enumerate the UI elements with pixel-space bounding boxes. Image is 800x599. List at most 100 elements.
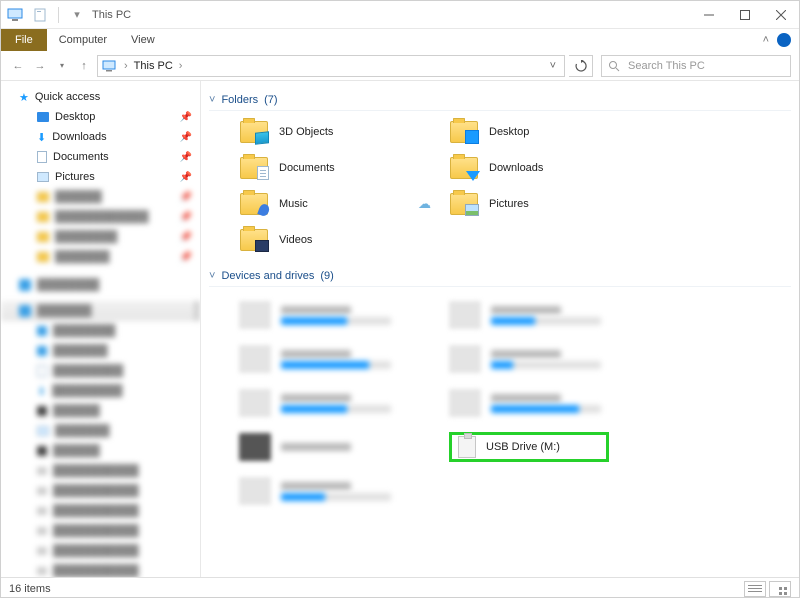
- section-title: Devices and drives: [221, 270, 314, 282]
- nav-label: Quick access: [35, 91, 100, 103]
- pin-icon: 📌: [180, 172, 192, 183]
- nav-item-blurred[interactable]: ████████████📌: [1, 207, 200, 227]
- nav-item-blurred[interactable]: ███████████: [1, 461, 200, 481]
- pin-icon: 📌: [180, 112, 192, 123]
- nav-item-blurred[interactable]: ████████: [1, 321, 200, 341]
- status-item-count: 16 items: [9, 583, 51, 595]
- tab-file[interactable]: File: [1, 29, 47, 51]
- tab-computer[interactable]: Computer: [47, 29, 119, 51]
- nav-downloads[interactable]: ⬇ Downloads 📌: [1, 127, 200, 147]
- drive-usb-m[interactable]: USB Drive (M:): [449, 432, 609, 462]
- drive-item-blurred[interactable]: [239, 469, 439, 513]
- desktop-icon: [37, 112, 49, 122]
- nav-item-blurred[interactable]: █████████: [1, 361, 200, 381]
- item-label: Music: [279, 198, 308, 210]
- section-count: (7): [264, 94, 277, 106]
- pin-icon: 📌: [180, 132, 192, 143]
- nav-item-blurred[interactable]: ██████📌: [1, 187, 200, 207]
- item-label: Documents: [279, 162, 335, 174]
- section-header-folders[interactable]: ˅ Folders (7): [209, 89, 791, 111]
- folder-desktop[interactable]: Desktop: [449, 117, 649, 147]
- maximize-button[interactable]: [727, 3, 763, 27]
- nav-quick-access[interactable]: ★ Quick access: [1, 87, 200, 107]
- nav-desktop[interactable]: Desktop 📌: [1, 107, 200, 127]
- folder-pictures[interactable]: Pictures: [449, 189, 649, 219]
- drive-item-blurred[interactable]: [449, 337, 649, 381]
- drive-item-blurred[interactable]: [239, 337, 439, 381]
- folders-grid: 3D Objects Desktop Documents Downloads M…: [239, 117, 791, 255]
- breadcrumb-location[interactable]: This PC: [134, 60, 173, 72]
- nav-pictures[interactable]: Pictures 📌: [1, 167, 200, 187]
- folder-videos[interactable]: Videos: [239, 225, 439, 255]
- nav-item-blurred[interactable]: ███████: [1, 421, 200, 441]
- search-input[interactable]: [626, 59, 784, 73]
- nav-up-button[interactable]: ↑: [75, 57, 93, 75]
- nav-back-button[interactable]: ←: [9, 57, 27, 75]
- ribbon-collapse-icon[interactable]: ˄: [763, 34, 769, 46]
- separator: [58, 7, 59, 23]
- drives-grid: USB Drive (M:): [239, 293, 791, 513]
- nav-forward-button[interactable]: →: [31, 57, 49, 75]
- pictures-icon: [37, 172, 49, 182]
- search-icon: [608, 60, 620, 72]
- nav-documents[interactable]: Documents 📌: [1, 147, 200, 167]
- drive-item-blurred[interactable]: [239, 425, 439, 469]
- section-title: Folders: [221, 94, 258, 106]
- cloud-status-icon: ☁: [418, 196, 431, 212]
- status-bar: 16 items: [1, 577, 799, 599]
- download-icon: ⬇: [37, 131, 46, 144]
- search-box[interactable]: [601, 55, 791, 77]
- properties-icon[interactable]: [31, 7, 49, 23]
- nav-recent-dropdown[interactable]: ▾: [53, 57, 71, 75]
- qat-dropdown-icon[interactable]: ▾: [68, 7, 86, 23]
- view-tiles-button[interactable]: [769, 581, 791, 597]
- nav-label: Downloads: [52, 131, 106, 143]
- nav-item-blurred[interactable]: ██████: [1, 401, 200, 421]
- computer-icon: [102, 60, 118, 72]
- folder-3d-objects[interactable]: 3D Objects: [239, 117, 439, 147]
- item-label: 3D Objects: [279, 126, 333, 138]
- breadcrumb-separator[interactable]: ›: [179, 60, 183, 72]
- help-icon[interactable]: [777, 33, 791, 47]
- nav-label: Pictures: [55, 171, 95, 183]
- drive-item-blurred[interactable]: [239, 293, 439, 337]
- address-bar-row: ← → ▾ ↑ › This PC › ˅: [1, 51, 799, 81]
- nav-section-selected[interactable]: ███████: [1, 301, 200, 321]
- refresh-button[interactable]: [569, 55, 593, 77]
- nav-item-blurred[interactable]: ███████📌: [1, 247, 200, 267]
- nav-item-blurred[interactable]: ███████████: [1, 561, 200, 577]
- view-details-button[interactable]: [744, 581, 766, 597]
- drive-item-blurred[interactable]: [449, 381, 649, 425]
- nav-item-blurred[interactable]: ⬇█████████: [1, 381, 200, 401]
- folder-documents[interactable]: Documents: [239, 153, 439, 183]
- nav-item-blurred[interactable]: ███████████: [1, 481, 200, 501]
- minimize-button[interactable]: [691, 3, 727, 27]
- nav-label: Desktop: [55, 111, 95, 123]
- content-pane: ˅ Folders (7) 3D Objects Desktop Documen…: [201, 81, 799, 577]
- drive-item-blurred[interactable]: [239, 381, 439, 425]
- address-history-dropdown[interactable]: ˅: [546, 60, 560, 72]
- navigation-pane: ★ Quick access Desktop 📌 ⬇ Downloads 📌 D…: [1, 81, 201, 577]
- nav-item-blurred[interactable]: ██████: [1, 441, 200, 461]
- close-button[interactable]: [763, 3, 799, 27]
- nav-item-blurred[interactable]: ███████████: [1, 541, 200, 561]
- section-header-drives[interactable]: ˅ Devices and drives (9): [209, 265, 791, 287]
- item-label: Downloads: [489, 162, 543, 174]
- star-icon: ★: [19, 91, 29, 104]
- tab-view[interactable]: View: [119, 29, 167, 51]
- nav-section-blurred[interactable]: ████████: [1, 275, 200, 295]
- document-icon: [37, 151, 47, 163]
- nav-item-blurred[interactable]: ████████📌: [1, 227, 200, 247]
- breadcrumb-separator[interactable]: ›: [124, 60, 128, 72]
- item-label: Desktop: [489, 126, 529, 138]
- chevron-down-icon: ˅: [209, 270, 215, 282]
- folder-downloads[interactable]: Downloads: [449, 153, 649, 183]
- nav-label: Documents: [53, 151, 109, 163]
- nav-item-blurred[interactable]: ███████: [1, 341, 200, 361]
- address-bar[interactable]: › This PC › ˅: [97, 55, 565, 77]
- drive-item-blurred[interactable]: [449, 293, 649, 337]
- folder-music[interactable]: Music ☁: [239, 189, 439, 219]
- nav-item-blurred[interactable]: ███████████: [1, 501, 200, 521]
- section-count: (9): [320, 270, 333, 282]
- nav-item-blurred[interactable]: ███████████: [1, 521, 200, 541]
